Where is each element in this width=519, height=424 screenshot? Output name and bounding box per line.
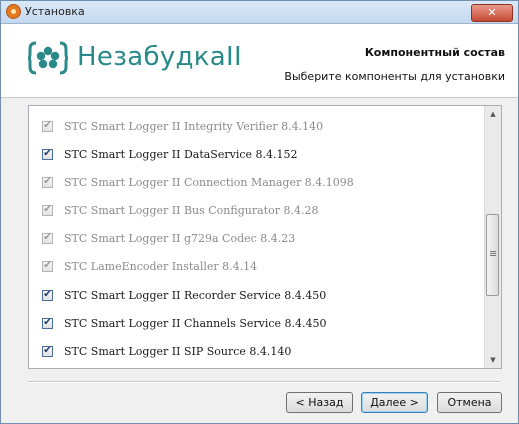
- back-button[interactable]: < Назад: [286, 392, 353, 413]
- next-button[interactable]: Далее >: [361, 392, 428, 413]
- component-label: STC Smart Logger II Bus Configurator 8.4…: [64, 203, 319, 217]
- window-title: Установка: [25, 5, 85, 18]
- page-subtitle: Выберите компоненты для установки: [284, 70, 505, 83]
- checkbox[interactable]: ✔: [42, 317, 53, 329]
- product-logo-text: НезабудкаII: [77, 42, 242, 72]
- list-item[interactable]: ✔ STC LameEncoder Installer 8.4.14: [42, 257, 257, 275]
- vertical-scrollbar[interactable]: ▲ ▼: [484, 106, 501, 368]
- checkbox[interactable]: ✔: [42, 176, 53, 188]
- component-label: STC Smart Logger II SIP Source 8.4.140: [64, 344, 292, 358]
- checkbox[interactable]: ✔: [42, 260, 53, 272]
- logo-icon: [28, 41, 68, 75]
- grip-icon: [490, 251, 496, 252]
- divider: [28, 381, 500, 383]
- component-label: STC Smart Logger II DataService 8.4.152: [64, 147, 298, 161]
- checkbox[interactable]: ✔: [42, 345, 53, 357]
- list-item[interactable]: ✔ STC Smart Logger II SIP Source 8.4.140: [42, 342, 291, 360]
- checkbox[interactable]: ✔: [42, 232, 53, 244]
- checkbox[interactable]: ✔: [42, 120, 53, 132]
- checkbox[interactable]: ✔: [42, 289, 53, 301]
- component-label: STC Smart Logger II g729a Codec 8.4.23: [64, 231, 296, 245]
- component-label: STC Smart Logger II Channels Service 8.4…: [64, 316, 327, 330]
- close-button[interactable]: ✕: [471, 4, 513, 22]
- app-icon: [6, 4, 21, 19]
- components-list-viewport: ✔ STC Smart Logger II Integrity Verifier…: [29, 106, 484, 368]
- list-item[interactable]: ✔ STC Smart Logger II Integrity Verifier…: [42, 117, 323, 135]
- components-list: ✔ STC Smart Logger II Integrity Verifier…: [28, 105, 502, 369]
- list-item[interactable]: ✔ STC Smart Logger II g729a Codec 8.4.23: [42, 229, 295, 247]
- scroll-down-arrow-icon[interactable]: ▼: [485, 352, 501, 368]
- page-title: Компонентный состав: [364, 46, 505, 59]
- list-item[interactable]: ✔ STC Smart Logger II Recorder Service 8…: [42, 286, 326, 304]
- list-item[interactable]: ✔ STC Smart Logger II Bus Configurator 8…: [42, 201, 318, 219]
- installer-window: Установка ✕ НезабудкаII Компонентный сос…: [0, 0, 519, 424]
- scroll-up-arrow-icon[interactable]: ▲: [485, 106, 501, 122]
- header-panel: НезабудкаII Компонентный состав Выберите…: [1, 24, 518, 98]
- scrollbar-thumb[interactable]: [486, 214, 499, 296]
- checkbox[interactable]: ✔: [42, 148, 53, 160]
- checkbox[interactable]: ✔: [42, 204, 53, 216]
- list-item[interactable]: ✔ STC Smart Logger II Channels Service 8…: [42, 314, 327, 332]
- component-label: STC Smart Logger II Recorder Service 8.4…: [64, 288, 327, 302]
- component-label: STC Smart Logger II Integrity Verifier 8…: [64, 119, 324, 133]
- cancel-button[interactable]: Отмена: [437, 392, 502, 413]
- component-label: STC LameEncoder Installer 8.4.14: [64, 259, 258, 273]
- list-item[interactable]: ✔ STC Smart Logger II Connection Manager…: [42, 173, 354, 191]
- list-item[interactable]: ✔ STC Smart Logger II DataService 8.4.15…: [42, 145, 298, 163]
- component-label: STC Smart Logger II Connection Manager 8…: [64, 175, 354, 189]
- title-bar[interactable]: Установка ✕: [1, 1, 518, 24]
